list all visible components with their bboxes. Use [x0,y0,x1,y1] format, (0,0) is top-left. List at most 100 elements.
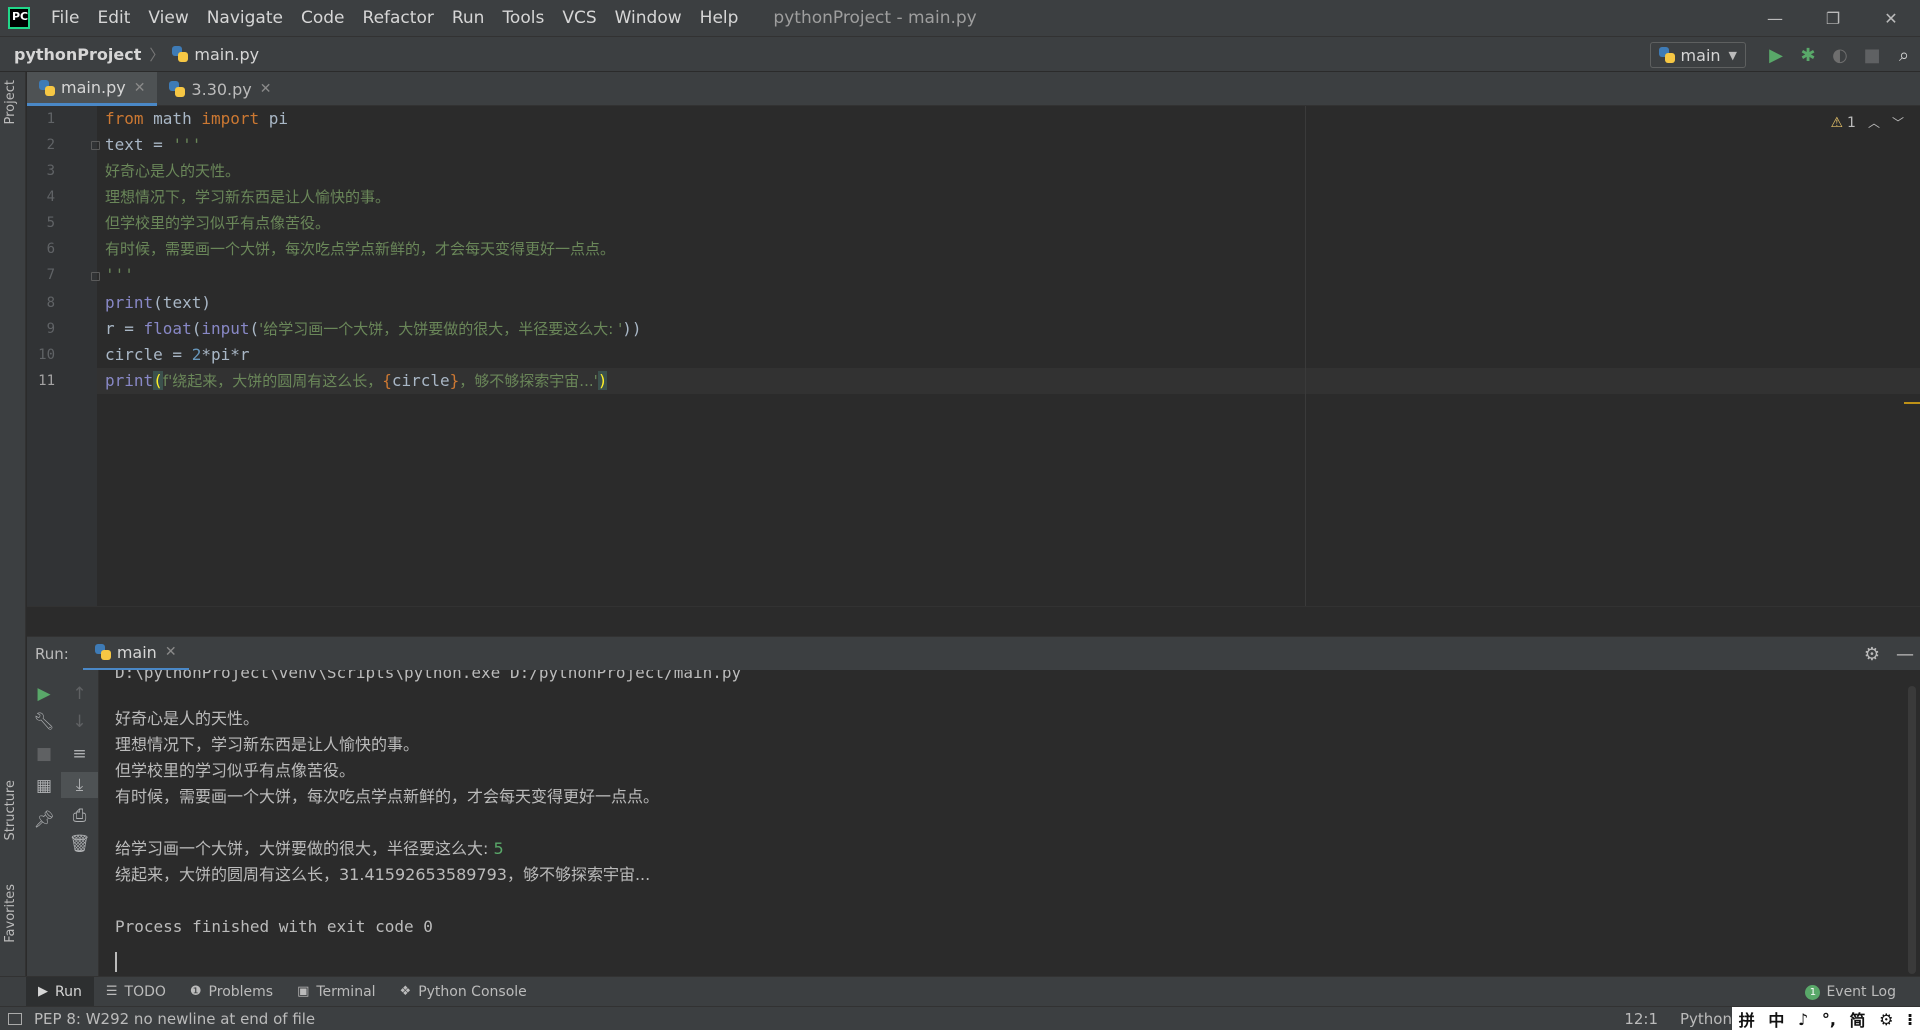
close-window-button[interactable]: ✕ [1862,0,1920,36]
menu-tools[interactable]: Tools [493,0,553,36]
menu-code[interactable]: Code [292,0,354,36]
ime-settings-icon[interactable]: ⚙ [1879,1010,1893,1029]
run-configuration-select[interactable]: main ▼ [1649,42,1746,68]
chevron-down-icon[interactable]: ﹀ [1892,114,1904,131]
scrollbar-warning-marker[interactable] [1904,402,1920,404]
breadcrumb-project[interactable]: pythonProject [14,45,141,64]
menu-vcs[interactable]: VCS [553,0,605,36]
soft-wrap-icon[interactable]: ≡ [61,744,98,764]
hide-panel-icon[interactable]: — [1896,644,1914,665]
arrow-up-icon[interactable]: ↑ [61,684,98,704]
todo-tool-button[interactable]: ☰ TODO [94,977,178,1007]
run-console[interactable]: D:\pythonProject\venv\Scripts\python.exe… [99,670,1920,976]
scroll-to-end-icon[interactable]: ⤓ [61,772,98,798]
coverage-icon[interactable]: ◐ [1824,37,1856,73]
close-icon[interactable]: ✕ [134,80,146,96]
rerun-icon[interactable]: ▶ [27,684,61,704]
trash-icon[interactable]: 🗑︎ [61,834,98,854]
restore-button[interactable]: ❐ [1804,0,1862,36]
ime-more-icon[interactable]: ⁝ [1907,1010,1913,1029]
stop-icon[interactable]: ■ [1856,37,1888,73]
event-log-button[interactable]: 1 Event Log [1805,977,1896,1007]
menu-run[interactable]: Run [443,0,494,36]
chevron-down-icon: ▼ [1728,48,1737,62]
menu-view[interactable]: View [139,0,197,36]
chevron-up-icon[interactable]: ︿ [1868,114,1880,131]
menu-help[interactable]: Help [691,0,748,36]
text-cursor [115,952,117,972]
search-icon[interactable]: ⌕ [1888,37,1920,73]
tab-3-30-py[interactable]: 3.30.py ✕ [157,72,283,106]
inspection-widget[interactable]: ⚠ 1 ︿ ﹀ [1830,114,1904,131]
breadcrumb-file[interactable]: main.py [194,45,259,64]
bracket-match: ( [153,371,163,390]
navigation-bar: pythonProject 〉 main.py main ▼ ▶ ✱ ◐ ■ ⌕ [0,36,1920,72]
code-line-6: 有时候，需要画一个大饼，每次吃点学点新鲜的，才会每天变得更好一点点。 [105,240,616,258]
close-icon[interactable]: ✕ [165,644,177,660]
run-toolbar: main ▼ ▶ ✱ ◐ ■ ⌕ [1649,37,1920,73]
python-console-tool-button[interactable]: ❖ Python Console [388,977,539,1007]
window-title: pythonProject - main.py [773,8,977,28]
run-tab-main[interactable]: main ✕ [82,637,189,671]
console-scrollbar[interactable] [1908,686,1916,974]
run-icon: ▶ [38,984,48,999]
structure-tool-button[interactable]: Structure [3,780,18,840]
python-file-icon [169,81,186,97]
python-icon [94,644,111,660]
code-token: circle = [105,345,192,364]
menu-edit[interactable]: Edit [88,0,139,36]
code-token: pi [259,109,289,128]
ime-chinese-icon[interactable]: 中 [1768,1007,1784,1030]
menu-file[interactable]: File [42,0,88,36]
interpreter-label[interactable]: Python [1680,1007,1732,1030]
status-message: PEP 8: W292 no newline at end of file [34,1009,316,1028]
layout-icon[interactable]: ▦ [27,776,61,796]
run-tool-button[interactable]: ▶ Run [26,976,94,1007]
pin-icon[interactable]: 📌︎ [27,810,61,830]
tool-windows-icon[interactable] [8,1012,22,1025]
event-count-badge: 1 [1805,984,1821,1000]
terminal-tool-button[interactable]: ▣ Terminal [285,977,387,1007]
problems-tool-button[interactable]: ❶ Problems [178,977,285,1007]
keyword: from [105,109,144,128]
gear-icon[interactable]: ⚙ [1864,644,1880,665]
menu-refactor[interactable]: Refactor [354,0,443,36]
ime-pinyin-icon[interactable]: 拼 [1739,1007,1755,1030]
caret-position[interactable]: 12:1 [1624,1007,1658,1030]
code-line-2: text = ''' [105,132,201,158]
code-line-7: ''' [105,265,134,284]
ime-moon-icon[interactable]: ♪ [1798,1010,1808,1029]
code-line-11: print(f'绕起来，大饼的圆周有这么长，{circle}，够不够探索宇宙..… [105,368,608,394]
code-token: r = [105,319,144,338]
builtin: float [143,319,192,338]
tab-main-py[interactable]: main.py ✕ [27,72,158,106]
favorites-tool-button[interactable]: Favorites [3,884,18,943]
console-output-line: 好奇心是人的天性。 [115,709,260,728]
fold-marker-icon[interactable] [91,141,100,150]
minimize-button[interactable]: — [1746,0,1804,36]
print-icon[interactable]: ⎙ [61,806,98,826]
arrow-down-icon[interactable]: ↓ [61,712,98,732]
code-editor[interactable]: 1 2 3 4 5 6 7 8 9 10 11 from math import… [27,106,1920,606]
menu-window[interactable]: Window [606,0,691,36]
ime-punctuation-icon[interactable]: °, [1822,1010,1836,1029]
fold-marker-icon[interactable] [91,272,100,281]
stop-icon[interactable]: ■ [27,744,61,764]
debug-icon[interactable]: ✱ [1792,37,1824,73]
wrench-icon[interactable]: 🔧︎ [27,712,61,732]
menu-navigate[interactable]: Navigate [198,0,292,36]
ime-toolbar: 拼 中 ♪ °, 简 ⚙ ⁝ [1732,1007,1920,1030]
tool-label: Run [55,983,82,1000]
breadcrumb-separator-icon: 〉 [149,45,165,64]
terminal-icon: ▣ [297,984,310,999]
code-line-8: print(text) [105,290,211,316]
line-number: 2 [46,137,55,153]
ime-simplified-icon[interactable]: 简 [1850,1007,1866,1030]
project-tool-button[interactable]: Project [3,80,18,124]
tool-label: Terminal [316,983,376,1000]
string-literal: '给学习画一个大饼，大饼要做的很大，半径要这么大: ' [259,320,623,338]
code-line-5: 但学校里的学习似乎有点像苦役。 [105,214,331,232]
code-token: (text) [153,293,211,312]
run-icon[interactable]: ▶ [1760,37,1792,73]
close-icon[interactable]: ✕ [260,81,272,97]
